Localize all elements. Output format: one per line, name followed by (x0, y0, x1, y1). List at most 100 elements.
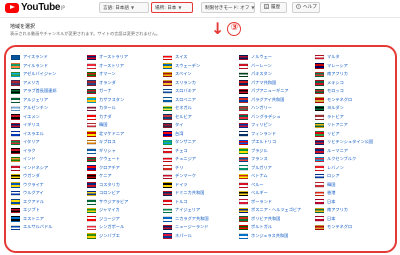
region-item[interactable]: シンガポール (87, 223, 163, 232)
region-item[interactable]: マレーシア (315, 62, 391, 71)
region-item[interactable]: オーストリア (87, 62, 163, 71)
region-item[interactable]: アイスランド (11, 53, 87, 62)
region-item[interactable]: プエルトリコ (239, 138, 315, 147)
region-item[interactable]: フランス (239, 155, 315, 164)
region-item[interactable]: パキスタン (239, 70, 315, 79)
region-item[interactable]: インド (11, 155, 87, 164)
region-item[interactable]: ギリシャ (87, 147, 163, 156)
region-item[interactable]: ウルグアイ (11, 189, 87, 198)
region-item[interactable]: コスタリカ (87, 181, 163, 190)
region-item[interactable]: エストニア (11, 215, 87, 224)
region-item[interactable]: ニュージーランド (163, 223, 239, 232)
region-item[interactable]: リビア (315, 130, 391, 139)
region-item[interactable]: エジプト (11, 206, 87, 215)
region-item[interactable]: ブラジル (239, 147, 315, 156)
region-item[interactable]: ジンバブエ (87, 232, 163, 241)
region-item[interactable]: スリランカ (163, 79, 239, 88)
region-item[interactable]: タンザニア (163, 138, 239, 147)
region-item[interactable]: コロンビア (87, 189, 163, 198)
region-item[interactable]: ルクセンブルク (315, 155, 391, 164)
region-item[interactable]: エルサルバドル (11, 223, 87, 232)
region-item[interactable]: チェコ (163, 147, 239, 156)
region-item[interactable]: スロベニア (163, 96, 239, 105)
region-item[interactable]: ウガンダ (11, 172, 87, 181)
region-item[interactable]: ハンガリー (239, 104, 315, 113)
region-item[interactable]: モロッコ (315, 87, 391, 96)
region-item[interactable]: ベトナム (239, 172, 315, 181)
region-item[interactable]: ボリビア共和国 (239, 215, 315, 224)
region-item[interactable]: アラブ首長国連邦 (11, 87, 87, 96)
region-item[interactable]: トルコ (163, 198, 239, 207)
region-item[interactable]: スイス (163, 53, 239, 62)
restricted-mode-button[interactable]: 制限付きモード: オフ ▼ (201, 2, 255, 13)
region-item[interactable]: カナダ (87, 113, 163, 122)
region-item[interactable]: レバノン (315, 164, 391, 173)
region-item[interactable]: ウクライナ (11, 181, 87, 190)
region-item[interactable]: アゼルバイジャン (11, 70, 87, 79)
region-item[interactable]: ポーランド (239, 198, 315, 207)
region-item[interactable]: スウェーデン (163, 62, 239, 71)
region-item[interactable]: ネパール (163, 232, 239, 241)
region-item[interactable]: イギリス (11, 121, 87, 130)
region-item[interactable]: ラトビア (315, 113, 391, 122)
region-item[interactable]: アルゼンチン (11, 104, 87, 113)
region-item[interactable]: イラク (11, 147, 87, 156)
region-item[interactable]: イスラエル (11, 130, 87, 139)
region-item[interactable]: ホンジュラス共和国 (239, 232, 315, 241)
region-item[interactable]: サウジアラビア (87, 198, 163, 207)
region-item[interactable]: ロシア (315, 172, 391, 181)
region-item[interactable]: 日本 (315, 198, 391, 207)
region-item[interactable]: モンテネグロ (315, 96, 391, 105)
youtube-logo[interactable]: YouTube JP (5, 2, 65, 13)
region-item[interactable]: インドネシア (11, 164, 87, 173)
region-item[interactable]: 香港 (315, 189, 391, 198)
help-button[interactable]: ? ヘルプ (292, 2, 320, 13)
region-item[interactable]: カタール (87, 104, 163, 113)
language-button[interactable]: 言語: 日本語 ▼ (99, 2, 149, 13)
region-item[interactable]: オマーン (87, 70, 163, 79)
region-item[interactable]: ガーナ (87, 87, 163, 96)
region-item[interactable]: ナイジェリア (163, 206, 239, 215)
region-item[interactable]: パナマ共和国 (239, 79, 315, 88)
history-button[interactable]: 履歴 (260, 2, 287, 13)
region-item[interactable]: パラグアイ共和国 (239, 96, 315, 105)
region-item[interactable]: イタリア (11, 138, 87, 147)
region-item[interactable]: バングラデシュ (239, 113, 315, 122)
region-item[interactable]: ルーマニア (315, 147, 391, 156)
region-item[interactable]: 韓国 (87, 121, 163, 130)
region-item[interactable]: ドミニカ共和国 (163, 189, 239, 198)
region-item[interactable]: オランダ (87, 79, 163, 88)
region-item[interactable]: セネガル (163, 104, 239, 113)
region-item[interactable]: チリ (163, 164, 239, 173)
region-item[interactable]: 韓国 (315, 181, 391, 190)
region-item[interactable]: クロアチア (87, 164, 163, 173)
region-item[interactable]: イエメン (11, 113, 87, 122)
region-item[interactable]: ベルギー (239, 189, 315, 198)
region-item[interactable]: ジャマイカ (87, 206, 163, 215)
region-item[interactable]: スペイン (163, 70, 239, 79)
region-item[interactable]: ブルガリア (239, 164, 315, 173)
region-item[interactable]: 南アフリカ (315, 70, 391, 79)
region-item[interactable]: セルビア (163, 113, 239, 122)
region-item[interactable]: ヨルダン (315, 104, 391, 113)
region-item[interactable]: チュニジア (163, 155, 239, 164)
region-item[interactable]: タイ (163, 121, 239, 130)
region-item[interactable]: ドイツ (163, 181, 239, 190)
region-item[interactable]: フィンランド (239, 130, 315, 139)
region-item[interactable]: ニカラグア共和国 (163, 215, 239, 224)
region-item[interactable]: ポルトガル (239, 223, 315, 232)
region-item[interactable]: ペルー (239, 181, 315, 190)
region-item[interactable]: アイルランド (11, 62, 87, 71)
region-item[interactable]: 北マケドニア (87, 130, 163, 139)
region-item[interactable]: スロバキア (163, 87, 239, 96)
region-item[interactable]: モンテネグロ (315, 223, 391, 232)
region-item[interactable]: アメリカ (11, 79, 87, 88)
location-button[interactable]: 場所: 日本 ▼ (151, 2, 193, 13)
region-item[interactable]: エクアドル (11, 198, 87, 207)
region-item[interactable]: マルタ (315, 53, 391, 62)
region-item[interactable]: ノルウェー (239, 53, 315, 62)
region-item[interactable]: フィリピン (239, 121, 315, 130)
region-item[interactable]: デンマーク (163, 172, 239, 181)
region-item[interactable]: リヒテンシュタイン公国 (315, 138, 391, 147)
region-item[interactable]: 台湾 (163, 130, 239, 139)
